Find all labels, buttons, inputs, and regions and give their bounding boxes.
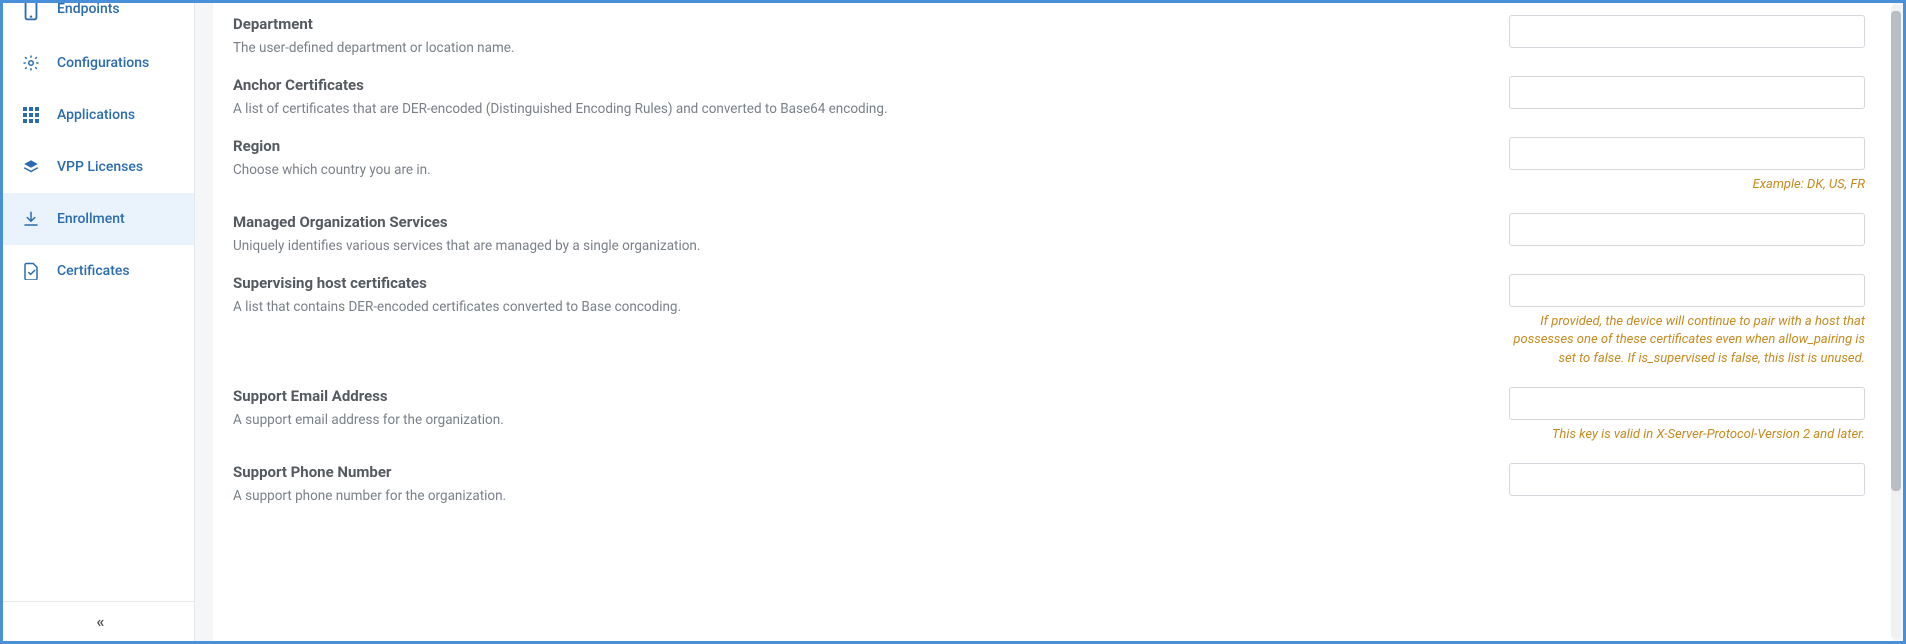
sidebar-item-label: Certificates [57, 263, 130, 279]
field-title: Support Phone Number [233, 463, 1469, 481]
field-anchor-certificates: Anchor Certificates A list of certificat… [233, 76, 1865, 119]
department-input[interactable] [1509, 15, 1865, 48]
field-region: Region Choose which country you are in. … [233, 137, 1865, 195]
supervising-host-certs-input[interactable] [1509, 274, 1865, 307]
field-title: Anchor Certificates [233, 76, 1469, 94]
scrollbar-thumb[interactable] [1891, 11, 1901, 491]
chevron-double-left-icon: « [97, 612, 101, 631]
layers-icon [21, 157, 41, 177]
field-support-email: Support Email Address A support email ad… [233, 387, 1865, 445]
field-desc: A support phone number for the organizat… [233, 487, 1469, 506]
sidebar-item-configurations[interactable]: Configurations [3, 37, 194, 89]
sidebar-item-label: Endpoints [57, 3, 120, 17]
field-desc: Uniquely identifies various services tha… [233, 237, 1469, 256]
managed-org-services-input[interactable] [1509, 213, 1865, 246]
grid-icon [21, 105, 41, 125]
region-input[interactable] [1509, 137, 1865, 170]
field-supervising-host-certs: Supervising host certificates A list tha… [233, 274, 1865, 370]
field-department: Department The user-defined department o… [233, 15, 1865, 58]
sidebar: Endpoints Configurations Applications VP… [3, 3, 195, 641]
field-title: Managed Organization Services [233, 213, 1469, 231]
sidebar-collapse-button[interactable]: « [3, 601, 194, 641]
sidebar-item-enrollment[interactable]: Enrollment [3, 193, 194, 245]
field-title: Department [233, 15, 1469, 33]
sidebar-items: Endpoints Configurations Applications VP… [3, 3, 194, 601]
field-hint: This key is valid in X-Server-Protocol-V… [1509, 426, 1865, 445]
anchor-certificates-input[interactable] [1509, 76, 1865, 109]
gear-icon [21, 53, 41, 73]
sidebar-item-label: VPP Licenses [57, 159, 143, 175]
main-content: Department The user-defined department o… [195, 3, 1903, 641]
scrollbar-track[interactable] [1891, 5, 1901, 639]
sidebar-item-label: Enrollment [57, 211, 125, 227]
field-title: Region [233, 137, 1469, 155]
field-desc: Choose which country you are in. [233, 161, 1469, 180]
field-title: Support Email Address [233, 387, 1469, 405]
sidebar-item-vpp-licenses[interactable]: VPP Licenses [3, 141, 194, 193]
sidebar-item-applications[interactable]: Applications [3, 89, 194, 141]
field-support-phone: Support Phone Number A support phone num… [233, 463, 1865, 506]
download-icon [21, 209, 41, 229]
phone-icon [21, 3, 41, 23]
field-hint: If provided, the device will continue to… [1509, 313, 1865, 370]
field-managed-org-services: Managed Organization Services Uniquely i… [233, 213, 1865, 256]
field-desc: A support email address for the organiza… [233, 411, 1469, 430]
field-desc: The user-defined department or location … [233, 39, 1469, 58]
field-desc: A list that contains DER-encoded certifi… [233, 298, 1469, 317]
field-title: Supervising host certificates [233, 274, 1469, 292]
sidebar-item-label: Applications [57, 107, 135, 123]
field-desc: A list of certificates that are DER-enco… [233, 100, 1469, 119]
field-hint: Example: DK, US, FR [1509, 176, 1865, 195]
document-check-icon [21, 261, 41, 281]
support-email-input[interactable] [1509, 387, 1865, 420]
form-panel: Department The user-defined department o… [213, 3, 1893, 641]
support-phone-input[interactable] [1509, 463, 1865, 496]
sidebar-item-endpoints[interactable]: Endpoints [3, 3, 194, 37]
sidebar-item-label: Configurations [57, 55, 149, 71]
sidebar-item-certificates[interactable]: Certificates [3, 245, 194, 297]
